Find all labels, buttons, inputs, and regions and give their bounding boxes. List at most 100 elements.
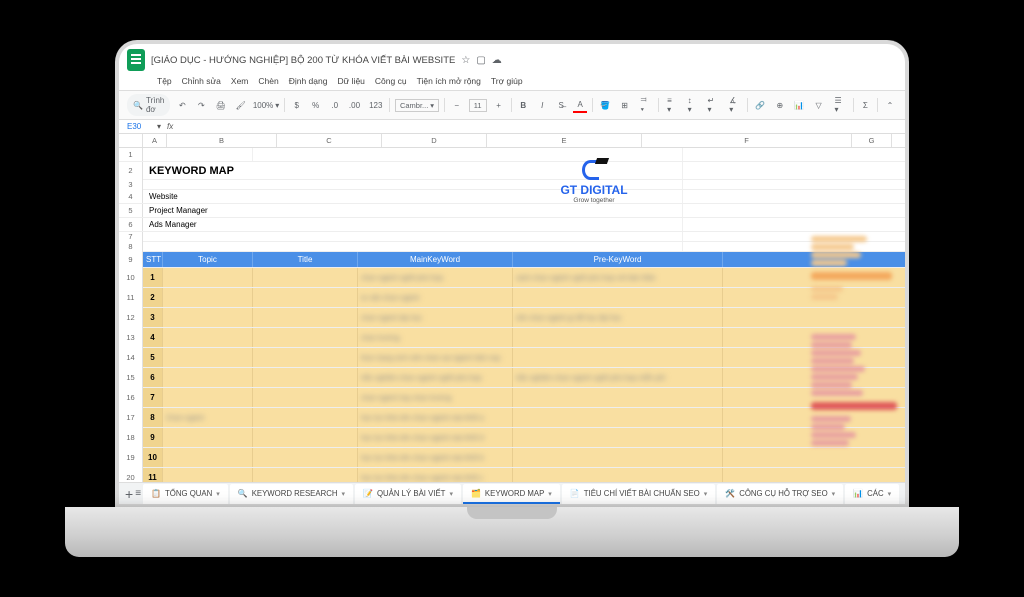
col-header[interactable]: B [167, 134, 277, 147]
th-title[interactable]: Title [253, 252, 358, 267]
row-num[interactable]: 12 [119, 308, 143, 328]
mainkw[interactable]: học lực khá nên chọn ngành nào khối b [358, 448, 513, 467]
format-dropdown[interactable]: 123 [367, 97, 384, 113]
cell[interactable] [143, 148, 253, 161]
chevron-down-icon[interactable]: ▾ [216, 490, 220, 498]
decimal-dec-icon[interactable]: .0 [328, 97, 342, 113]
title[interactable] [253, 308, 358, 327]
title[interactable] [253, 288, 358, 307]
topic[interactable] [163, 268, 253, 287]
menu-chỉnh sửa[interactable]: Chỉnh sửa [182, 76, 221, 86]
title[interactable] [253, 348, 358, 367]
title[interactable] [253, 268, 358, 287]
title[interactable] [253, 428, 358, 447]
print-icon[interactable]: 🖨 [213, 97, 228, 113]
prekw[interactable] [513, 348, 723, 367]
document-title[interactable]: [GIÁO DỤC - HƯỚNG NGHIỆP] BỘ 200 TỪ KHÓA… [151, 55, 455, 66]
font-inc-icon[interactable]: + [492, 97, 506, 113]
topic[interactable] [163, 288, 253, 307]
chart-icon[interactable]: 📊 [792, 97, 807, 113]
row-num[interactable]: 18 [119, 428, 143, 448]
undo-icon[interactable]: ↶ [175, 97, 189, 113]
currency-icon[interactable]: $ [290, 97, 304, 113]
formula-bar[interactable]: E30▾ fx [119, 120, 905, 134]
mainkw[interactable]: chọn ngành hay chọn trường [358, 388, 513, 407]
row-num[interactable]: 1 [119, 148, 143, 161]
tab-các[interactable]: 📊CÁC▾ [845, 484, 899, 504]
search-menu[interactable]: 🔍 Trình đơ [127, 94, 170, 116]
row-num[interactable]: 6 [119, 218, 143, 231]
menu-định dạng[interactable]: Định dạng [289, 76, 328, 86]
stt[interactable]: 7 [143, 388, 163, 407]
prekw[interactable] [513, 388, 723, 407]
prekw[interactable]: cách chọn ngành nghề phù hợp với bản thâ… [513, 268, 723, 287]
topic[interactable] [163, 368, 253, 387]
chevron-down-icon[interactable]: ▾ [449, 490, 453, 498]
decimal-inc-icon[interactable]: .00 [347, 97, 363, 113]
stt[interactable]: 2 [143, 288, 163, 307]
topic[interactable] [163, 348, 253, 367]
mainkw[interactable]: chọn ngành đại học [358, 308, 513, 327]
th-pre[interactable]: Pre-KeyWord [513, 252, 723, 267]
col-header[interactable]: D [382, 134, 487, 147]
stt[interactable]: 3 [143, 308, 163, 327]
tab-quản-lý-bài-viết[interactable]: 📝QUẢN LÝ BÀI VIẾT▾ [355, 484, 461, 504]
wrap-icon[interactable]: ↵ ▾ [704, 97, 721, 113]
font-dec-icon[interactable]: − [450, 97, 464, 113]
percent-icon[interactable]: % [309, 97, 323, 113]
menu-tiện ích mở rộng[interactable]: Tiện ích mở rộng [417, 76, 481, 86]
corner[interactable] [119, 134, 143, 147]
row-num[interactable]: 7 [119, 232, 143, 242]
menu-xem[interactable]: Xem [231, 76, 248, 86]
row-num[interactable]: 2 [119, 162, 143, 180]
title[interactable] [253, 388, 358, 407]
bold-icon[interactable]: B [516, 97, 530, 113]
menu-dữ liệu[interactable]: Dữ liệu [337, 76, 364, 86]
stt[interactable]: 5 [143, 348, 163, 367]
font-dropdown[interactable]: Cambr... ▾ [395, 99, 439, 112]
prekw[interactable] [513, 428, 723, 447]
zoom-dropdown[interactable]: 100% ▾ [253, 97, 279, 113]
mainkw[interactable]: thực trạng sinh viên chọn sai ngành hiện… [358, 348, 513, 367]
cell-reference[interactable]: E30 [127, 122, 157, 131]
row-num[interactable]: 16 [119, 388, 143, 408]
tab-tổng-quan[interactable]: 📋TỔNG QUAN▾ [143, 484, 228, 504]
col-header[interactable]: E [487, 134, 642, 147]
prekw[interactable]: trắc nghiệm chọn ngành nghề phù hợp miễn… [513, 368, 723, 387]
column-headers[interactable]: ABCDEFG [119, 134, 905, 148]
chevron-down-icon[interactable]: ▾ [832, 490, 836, 498]
chevron-down-icon[interactable]: ▾ [704, 490, 708, 498]
topic[interactable] [163, 388, 253, 407]
th-main[interactable]: MainKeyWord [358, 252, 513, 267]
th-topic[interactable]: Topic [163, 252, 253, 267]
prekw[interactable] [513, 408, 723, 427]
link-icon[interactable]: 🔗 [753, 97, 768, 113]
row-num[interactable]: 17 [119, 408, 143, 428]
border-icon[interactable]: ⊞ [618, 97, 632, 113]
halign-icon[interactable]: ≡ ▾ [663, 97, 678, 113]
sheet-rows[interactable]: 12KEYWORD MAP34Website5Project Manager6A… [119, 148, 905, 488]
all-sheets-icon[interactable]: ≡ [135, 486, 141, 502]
text-color-icon[interactable]: A [573, 97, 587, 113]
title[interactable] [253, 448, 358, 467]
cloud-icon[interactable]: ☁ [492, 55, 502, 66]
mainkw[interactable]: học lực khá nên chọn ngành nào khối d [358, 428, 513, 447]
topic[interactable] [163, 308, 253, 327]
spreadsheet[interactable]: ABCDEFG 12KEYWORD MAP34Website5Project M… [119, 134, 905, 504]
rotate-icon[interactable]: ∡ ▾ [725, 97, 742, 113]
prekw[interactable] [513, 288, 723, 307]
row-num[interactable]: 3 [119, 180, 143, 190]
add-sheet-icon[interactable]: + [125, 486, 133, 502]
chevron-down-icon[interactable]: ▾ [548, 490, 552, 498]
topic[interactable]: Chọn ngành [163, 408, 253, 427]
menu-công cụ[interactable]: Công cụ [375, 76, 407, 86]
functions-icon[interactable]: Σ [858, 97, 872, 113]
th-stt[interactable]: STT [143, 252, 163, 267]
row-num[interactable]: 11 [119, 288, 143, 308]
mainkw[interactable]: học lực khá nên chọn ngành nào khối a [358, 408, 513, 427]
stt[interactable]: 9 [143, 428, 163, 447]
star-icon[interactable]: ☆ [461, 55, 470, 66]
col-header[interactable]: G [852, 134, 892, 147]
col-header[interactable]: C [277, 134, 382, 147]
row-num[interactable]: 19 [119, 448, 143, 468]
